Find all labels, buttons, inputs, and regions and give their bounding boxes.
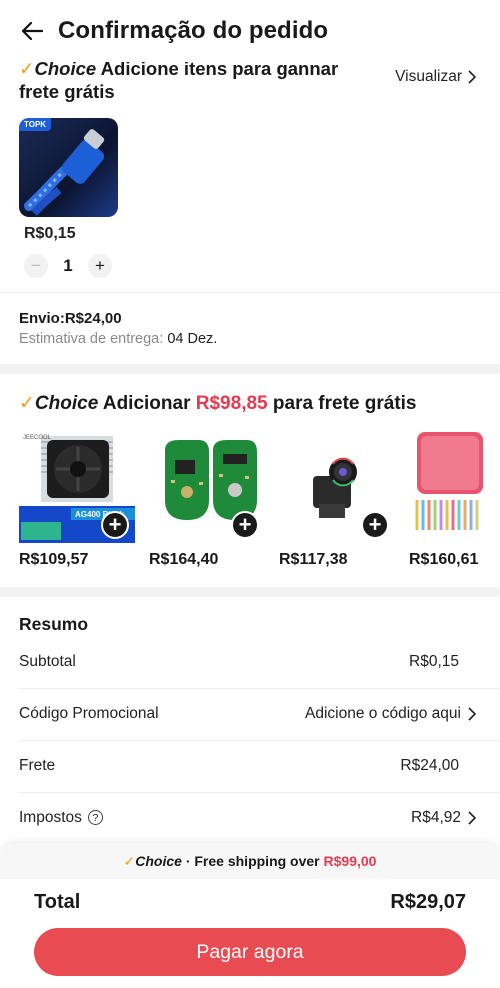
add-to-cart-button[interactable]: + [231, 511, 259, 539]
delivery-estimate: Estimativa de entrega: 04 Dez. [19, 331, 217, 347]
recommended-price: R$160,61 [409, 551, 479, 568]
summary-row-shipping: Frete R$24,00 [19, 740, 476, 792]
summary-value: R$24,00 [400, 757, 459, 774]
svg-text:JEECOOL: JEECOOL [23, 435, 52, 441]
pay-now-button[interactable]: Pagar agora [34, 928, 466, 976]
divider [0, 292, 500, 293]
summary-label: Código Promocional [19, 705, 159, 722]
recommended-product[interactable]: AG400 Black JEECOOL + R$109,57 [19, 430, 137, 569]
total-value: R$29,07 [390, 891, 466, 913]
total-label: Total [34, 891, 81, 913]
summary-value: R$0,15 [409, 653, 459, 670]
summary-value: R$4,92 [411, 809, 461, 826]
camera-module-image: + [279, 430, 395, 543]
checkout-bar: ✓ Choice · Free shipping over R$99,00 Tot… [0, 843, 500, 988]
summary-row-promo-code[interactable]: Código Promocional Adicione o código aqu… [19, 688, 476, 740]
choice-label: Choice [34, 393, 99, 414]
shipping-cost: Envio:R$24,00 [19, 310, 122, 327]
circuit-boards-image: + [149, 430, 265, 543]
add-to-cart-button[interactable]: + [101, 511, 129, 539]
recommended-price: R$164,40 [149, 551, 219, 568]
checkmark-icon: ✓ [19, 393, 35, 414]
order-total: Total R$29,07 [34, 891, 466, 914]
add-to-cart-button[interactable]: + [361, 511, 389, 539]
recommended-product[interactable]: + R$117,38 [279, 430, 397, 569]
recommended-price: R$109,57 [19, 551, 89, 568]
delivery-label: Estimativa de entrega: [19, 331, 164, 347]
summary-row-taxes[interactable]: Impostos? R$4,92 [19, 792, 476, 844]
visualizar-link[interactable]: Visualizar [395, 68, 476, 86]
recommended-product[interactable]: + R$164,40 [149, 430, 267, 569]
pink-case-image [409, 430, 500, 543]
banner-text: · Free shipping over [185, 853, 320, 869]
banner-amount: R$99,00 [323, 853, 377, 869]
summary-label: Frete [19, 757, 56, 774]
summary-row-subtotal: Subtotal R$0,15 [19, 636, 476, 688]
brand-tag: TOPK [19, 118, 52, 131]
recommended-price: R$117,38 [279, 551, 348, 568]
remaining-amount: R$98,85 [195, 393, 268, 414]
recommended-product[interactable]: R$160,61 [409, 430, 500, 569]
summary-label-wrap: Impostos? [19, 809, 103, 827]
decrease-quantity-button[interactable]: − [24, 254, 48, 278]
recommended-products-carousel[interactable]: AG400 Black JEECOOL + R$109,57 + R$164,4… [19, 430, 500, 575]
usb-cable-picture [24, 129, 105, 216]
chevron-right-icon [468, 707, 476, 721]
visualizar-label: Visualizar [395, 68, 462, 85]
product-image-cable[interactable]: TOPK [19, 118, 118, 217]
cart-item-price: R$0,15 [24, 225, 76, 242]
add-promo-code-link[interactable]: Adicione o código aqui [305, 705, 476, 723]
summary-label: Impostos [19, 809, 82, 826]
section-divider [0, 587, 500, 597]
quantity-stepper: − 1 + [24, 254, 112, 278]
summary-value: Adicione o código aqui [305, 705, 461, 722]
add-for-free-shipping-heading: ✓Choice Adicionar R$98,85 para frete grá… [19, 392, 417, 415]
add-text: Adicionar [102, 393, 191, 414]
back-arrow-icon[interactable] [20, 19, 44, 43]
quantity-value: 1 [63, 256, 73, 275]
checkmark-icon: ✓ [123, 852, 136, 869]
chevron-right-icon [468, 811, 476, 825]
top-bar: Confirmação do pedido [0, 0, 500, 62]
free-shipping-text: para frete grátis [272, 393, 417, 414]
chevron-right-icon [468, 70, 476, 84]
summary-label: Subtotal [19, 653, 76, 670]
delivery-date: 04 Dez. [167, 331, 218, 347]
summary-title: Resumo [19, 614, 89, 634]
section-divider [0, 364, 500, 374]
help-icon[interactable]: ? [87, 810, 103, 826]
taxes-value-link[interactable]: R$4,92 [411, 809, 476, 827]
increase-quantity-button[interactable]: + [88, 254, 112, 278]
page-title: Confirmação do pedido [58, 17, 329, 44]
choice-label: Choice [135, 853, 182, 869]
choice-promo-text: ✓Choice Adicione itens para gannar frete… [19, 57, 359, 103]
cpu-cooler-image: AG400 Black JEECOOL + [19, 430, 135, 543]
free-shipping-banner: ✓ Choice · Free shipping over R$99,00 [0, 843, 500, 879]
